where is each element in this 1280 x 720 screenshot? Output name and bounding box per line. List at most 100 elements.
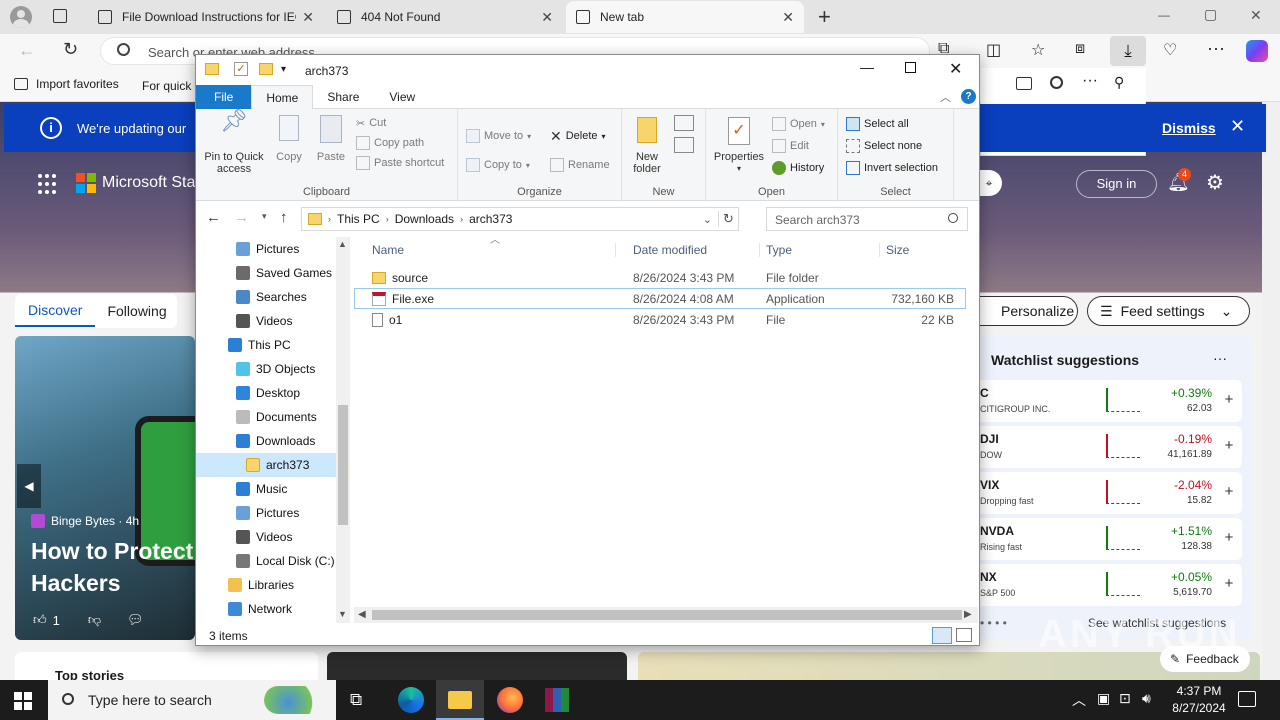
tab-404[interactable]: 404 Not Found ✕ <box>327 1 563 33</box>
explorer-search-box[interactable]: Search arch373 <box>766 207 968 231</box>
winrar-taskbar-icon[interactable] <box>545 688 569 712</box>
new-folder-button[interactable]: New folder <box>628 117 666 175</box>
collapse-ribbon-icon[interactable]: ︿ <box>940 89 951 105</box>
add-to-watchlist-icon[interactable]: + <box>1220 391 1238 409</box>
pin-quick-access-button[interactable]: 📌︎ Pin to Quick access <box>200 110 268 176</box>
close-notification-icon[interactable]: ✕ <box>1230 116 1245 137</box>
copy-button[interactable]: Copy <box>272 115 306 163</box>
column-size[interactable]: Size <box>880 243 960 257</box>
column-date-modified[interactable]: Date modified <box>616 243 760 257</box>
scroll-up-icon[interactable]: ▲ <box>338 239 347 249</box>
clock-time[interactable]: 4:37 PM <box>1174 684 1224 698</box>
edit-button[interactable]: Edit <box>772 135 825 157</box>
column-name[interactable]: Name <box>354 243 616 257</box>
horizontal-scrollbar[interactable]: ◀ ▶ <box>354 607 978 623</box>
watchlist-more-icon[interactable]: ··· <box>1213 350 1227 366</box>
breadcrumb[interactable]: › This PC › Downloads › arch373 ⌄ ↻ <box>301 207 739 231</box>
show-hidden-icons[interactable]: ︿ <box>1072 690 1086 710</box>
profile-avatar[interactable] <box>10 6 32 28</box>
watchlist-row-nvda[interactable]: NVDA Rising fast +1.51% 128.38 + <box>980 518 1242 560</box>
help-icon[interactable]: ? <box>961 89 976 104</box>
file-row-file-exe[interactable]: File.exe 8/26/2024 4:08 AM Application 732,… <box>354 288 966 309</box>
task-view-icon[interactable]: ⧉ <box>350 690 362 710</box>
tab-new-tab[interactable]: New tab ✕ <box>566 1 804 33</box>
select-none-button[interactable]: Select none <box>846 135 938 157</box>
tree-item-pictures[interactable]: Pictures <box>196 501 350 525</box>
address-dropdown-icon[interactable]: ⌄ <box>703 213 712 226</box>
add-to-watchlist-icon[interactable]: + <box>1220 575 1238 593</box>
breadcrumb-arch373[interactable]: arch373 <box>469 212 512 226</box>
scroll-down-icon[interactable]: ▼ <box>338 609 347 619</box>
tree-item-videos[interactable]: Videos <box>196 525 350 549</box>
breadcrumb-downloads[interactable]: Downloads <box>395 212 454 226</box>
notification-center-icon[interactable] <box>1238 691 1256 707</box>
minimize-button[interactable]: — <box>860 59 874 75</box>
network-status-icon[interactable]: ▣ <box>1097 690 1110 707</box>
tree-item-arch373[interactable]: arch373 <box>196 453 350 477</box>
select-all-button[interactable]: Select all <box>846 113 938 135</box>
favorite-link[interactable]: For quick <box>142 79 191 93</box>
properties-button[interactable]: ✓ Properties ▾ <box>710 117 768 175</box>
search-downloads-icon[interactable] <box>1050 76 1063 89</box>
watchlist-row-nx[interactable]: NX S&P 500 +0.05% 5,619.70 + <box>980 564 1242 606</box>
comment-icon[interactable]: 💬︎ <box>127 612 144 628</box>
tree-item-3d-objects[interactable]: 3D Objects <box>196 357 350 381</box>
file-explorer-taskbar-icon[interactable] <box>436 680 484 720</box>
maximize-button[interactable]: ▢ <box>1204 6 1217 23</box>
file-row-o1[interactable]: o1 8/26/2024 3:43 PM File 22 KB <box>354 309 966 330</box>
back-icon[interactable]: ← <box>18 40 36 61</box>
file-row-source[interactable]: source 8/26/2024 3:43 PM File folder <box>354 267 966 288</box>
rename-button[interactable]: Rename <box>550 151 610 179</box>
copilot-icon[interactable] <box>1246 40 1268 62</box>
column-type[interactable]: Type <box>760 243 880 257</box>
scroll-right-icon[interactable]: ▶ <box>964 609 972 620</box>
minimize-button[interactable]: — <box>1158 8 1170 22</box>
settings-gear-icon[interactable]: ⚙ <box>1206 170 1224 195</box>
browser-essentials-icon[interactable]: ♡ <box>1163 40 1177 60</box>
close-button[interactable]: ✕ <box>1250 7 1262 24</box>
tree-item-saved-games[interactable]: Saved Games <box>196 261 350 285</box>
tab-file-download[interactable]: File Download Instructions for IEC ✕ <box>88 1 324 33</box>
paste-button[interactable]: Paste <box>312 115 350 163</box>
prev-arrow-icon[interactable]: ◀ <box>17 464 41 508</box>
copy-to-button[interactable]: Copy to ▾ <box>466 151 531 179</box>
pin-icon[interactable]: ⚲ <box>1114 74 1124 91</box>
clock-date[interactable]: 8/27/2024 <box>1167 701 1231 715</box>
open-button[interactable]: Open ▾ <box>772 113 825 135</box>
open-folder-icon[interactable] <box>1016 77 1032 90</box>
like-icon[interactable]: 👍︎ <box>33 612 47 628</box>
copy-path-button[interactable]: Copy path <box>356 133 444 153</box>
tree-item-this-pc[interactable]: This PC <box>196 333 350 357</box>
firefox-taskbar-icon[interactable] <box>497 687 523 713</box>
dislike-icon[interactable]: 👎︎ <box>88 612 101 628</box>
new-tab-button[interactable]: + <box>818 4 831 30</box>
article-headline-2[interactable]: Hackers <box>31 570 121 597</box>
tree-scrollbar[interactable]: ▲ ▼ <box>336 237 350 623</box>
tree-item-pictures[interactable]: Pictures <box>196 237 350 261</box>
large-icons-view-icon[interactable] <box>956 628 972 642</box>
start-button[interactable] <box>14 692 32 710</box>
watchlist-row-vix[interactable]: VIX Dropping fast -2.04% 15.82 + <box>980 472 1242 514</box>
edge-taskbar-icon[interactable] <box>398 687 424 713</box>
tab-close-icon[interactable]: ✕ <box>782 9 794 26</box>
refresh-icon[interactable]: ↻ <box>63 39 78 60</box>
add-to-watchlist-icon[interactable]: + <box>1220 437 1238 455</box>
new-folder-quick-icon[interactable] <box>259 63 273 75</box>
tree-item-network[interactable]: Network <box>196 597 350 621</box>
back-arrow-icon[interactable]: ← <box>206 209 221 226</box>
breadcrumb-this-pc[interactable]: This PC <box>337 212 380 226</box>
add-to-watchlist-icon[interactable]: + <box>1220 483 1238 501</box>
feed-settings-button[interactable]: ☰ Feed settings ⌄ <box>1087 296 1250 326</box>
dismiss-button[interactable]: Dismiss <box>1162 120 1216 136</box>
article-card[interactable]: ◀ Binge Bytes · 4h How to Protect Hacker… <box>15 336 195 640</box>
taskbar-search-box[interactable]: Type here to search <box>48 680 336 720</box>
tab-file[interactable]: File <box>196 85 252 109</box>
close-button[interactable]: ✕ <box>949 59 962 79</box>
watchlist-row-c[interactable]: C CITIGROUP INC. +0.39% 62.03 + <box>980 380 1242 422</box>
collections-icon[interactable]: ⧈ <box>1075 40 1085 58</box>
tab-actions-icon[interactable] <box>53 9 67 23</box>
new-item-icon[interactable] <box>674 115 694 131</box>
scroll-thumb[interactable] <box>372 610 962 620</box>
favorites-icon[interactable]: ☆ <box>1031 40 1045 60</box>
move-to-button[interactable]: Move to ▾ <box>466 121 531 151</box>
